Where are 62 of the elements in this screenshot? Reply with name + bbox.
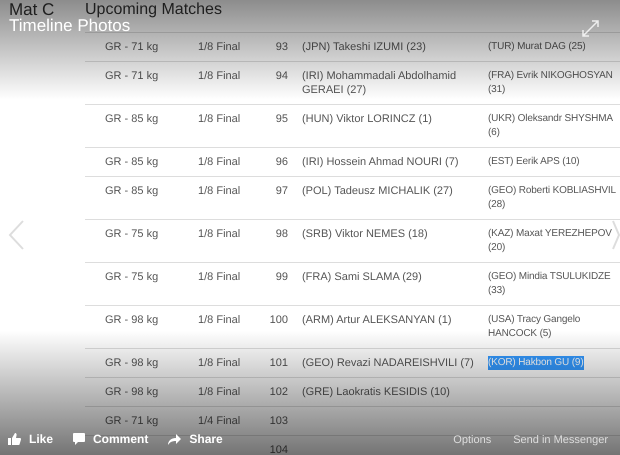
wrestler-cell-text: (IRI) Hossein Ahmad NOURI (7): [302, 155, 460, 169]
round-cell: 1/8 Final: [198, 271, 240, 283]
round-cell: 1/8 Final: [198, 357, 240, 369]
viewer-link[interactable]: Options: [453, 432, 492, 448]
share-button[interactable]: Share: [168, 430, 223, 448]
round-cell: 1/8 Final: [198, 156, 240, 168]
page-heading: Upcoming Matches: [85, 2, 222, 17]
wrestler-cell-text: (IRI) Mohammadali Abdolhamid GERAEI (27): [302, 69, 458, 97]
wrestler-cell-text: (GRE) Laokratis KESIDIS (10): [302, 385, 451, 399]
wrestler-cell: (TUR) Murat DAG (25): [488, 40, 586, 54]
weight-class-cell: GR - 71 kg: [105, 41, 158, 53]
wrestler-cell: (FRA) Evrik NIKOGHOSYAN (31): [488, 69, 613, 97]
bout-number-cell-text: 97: [276, 184, 288, 199]
wrestler-cell: (GEO) Mindia TSULUKIDZE (33): [488, 270, 611, 298]
comment-button[interactable]: Comment: [73, 430, 148, 448]
bout-number-cell: 96: [276, 155, 288, 169]
weight-class-cell: GR - 75 kg: [105, 271, 158, 283]
round-cell: 1/8 Final: [198, 386, 240, 398]
round-cell: 1/8 Final: [198, 41, 240, 53]
bout-number-cell: 101: [270, 356, 288, 370]
weight-class-cell: GR - 98 kg: [105, 357, 158, 369]
bout-number-cell: 103: [270, 414, 288, 428]
bout-number-cell-text: 100: [270, 313, 288, 328]
weight-class-cell: GR - 98 kg: [105, 386, 158, 398]
wrestler-cell-text: (SRB) Viktor NEMES (18): [302, 227, 429, 241]
mat-title: Mat C: [9, 2, 54, 17]
round-cell: 1/8 Final: [198, 314, 240, 326]
round-cell: 1/4 Final: [198, 415, 240, 427]
thumbs-up-icon: [8, 433, 21, 445]
wrestler-cell-text: (JPN) Takeshi IZUMI (23): [302, 40, 427, 54]
wrestler-cell-text: (HUN) Viktor LORINCZ (1): [302, 112, 433, 126]
weight-class-cell: GR - 71 kg: [105, 70, 158, 82]
wrestler-cell-text: (POL) Tadeusz MICHALIK (27): [302, 184, 454, 198]
wrestler-cell: (KAZ) Maxat YEREZHEPOV (20): [488, 227, 612, 255]
wrestler-cell: (EST) Eerik APS (10): [488, 155, 580, 169]
wrestler-cell: (KOR) Hakbon GU (9): [488, 356, 584, 370]
wrestler-cell: (GEO) Roberti KOBLIASHVIL (28): [488, 184, 616, 212]
wrestler-cell-text: (ARM) Artur ALEKSANYAN (1): [302, 313, 453, 327]
bout-number-cell: 93: [276, 40, 288, 54]
bout-number-cell: 102: [270, 385, 288, 399]
weight-class-cell: GR - 85 kg: [105, 185, 158, 197]
wrestler-cell-text: (FRA) Sami SLAMA (29): [302, 270, 423, 284]
bout-number-cell-text: 99: [276, 270, 288, 285]
bout-number-cell: 104: [270, 443, 288, 455]
bout-number-cell-text: 94: [276, 69, 288, 84]
round-cell: 1/8 Final: [198, 228, 240, 240]
bout-number-cell-text: 98: [276, 227, 288, 242]
weight-class-cell: GR - 98 kg: [105, 314, 158, 326]
round-cell: 1/8 Final: [198, 70, 240, 82]
wrestler-cell: (USA) Tracy Gangelo HANCOCK (5): [488, 313, 580, 341]
weight-class-cell: GR - 85 kg: [105, 156, 158, 168]
bout-number-cell-text: 95: [276, 112, 288, 127]
round-cell: 1/8 Final: [198, 185, 240, 197]
weight-class-cell: GR - 71 kg: [105, 415, 158, 427]
weight-class-cell: GR - 75 kg: [105, 228, 158, 240]
wrestler-cell-text: (GEO) Revazi NADAREISHVILI (7): [302, 356, 475, 370]
weight-class-cell: GR - 85 kg: [105, 113, 158, 125]
wrestler-cell: (UKR) Oleksandr SHYSHMA (6): [488, 112, 613, 140]
album-title: Timeline Photos: [9, 18, 130, 34]
like-button[interactable]: Like: [8, 430, 54, 448]
viewer-link[interactable]: Send in Messenger: [513, 432, 608, 448]
round-cell: 1/8 Final: [198, 113, 240, 125]
